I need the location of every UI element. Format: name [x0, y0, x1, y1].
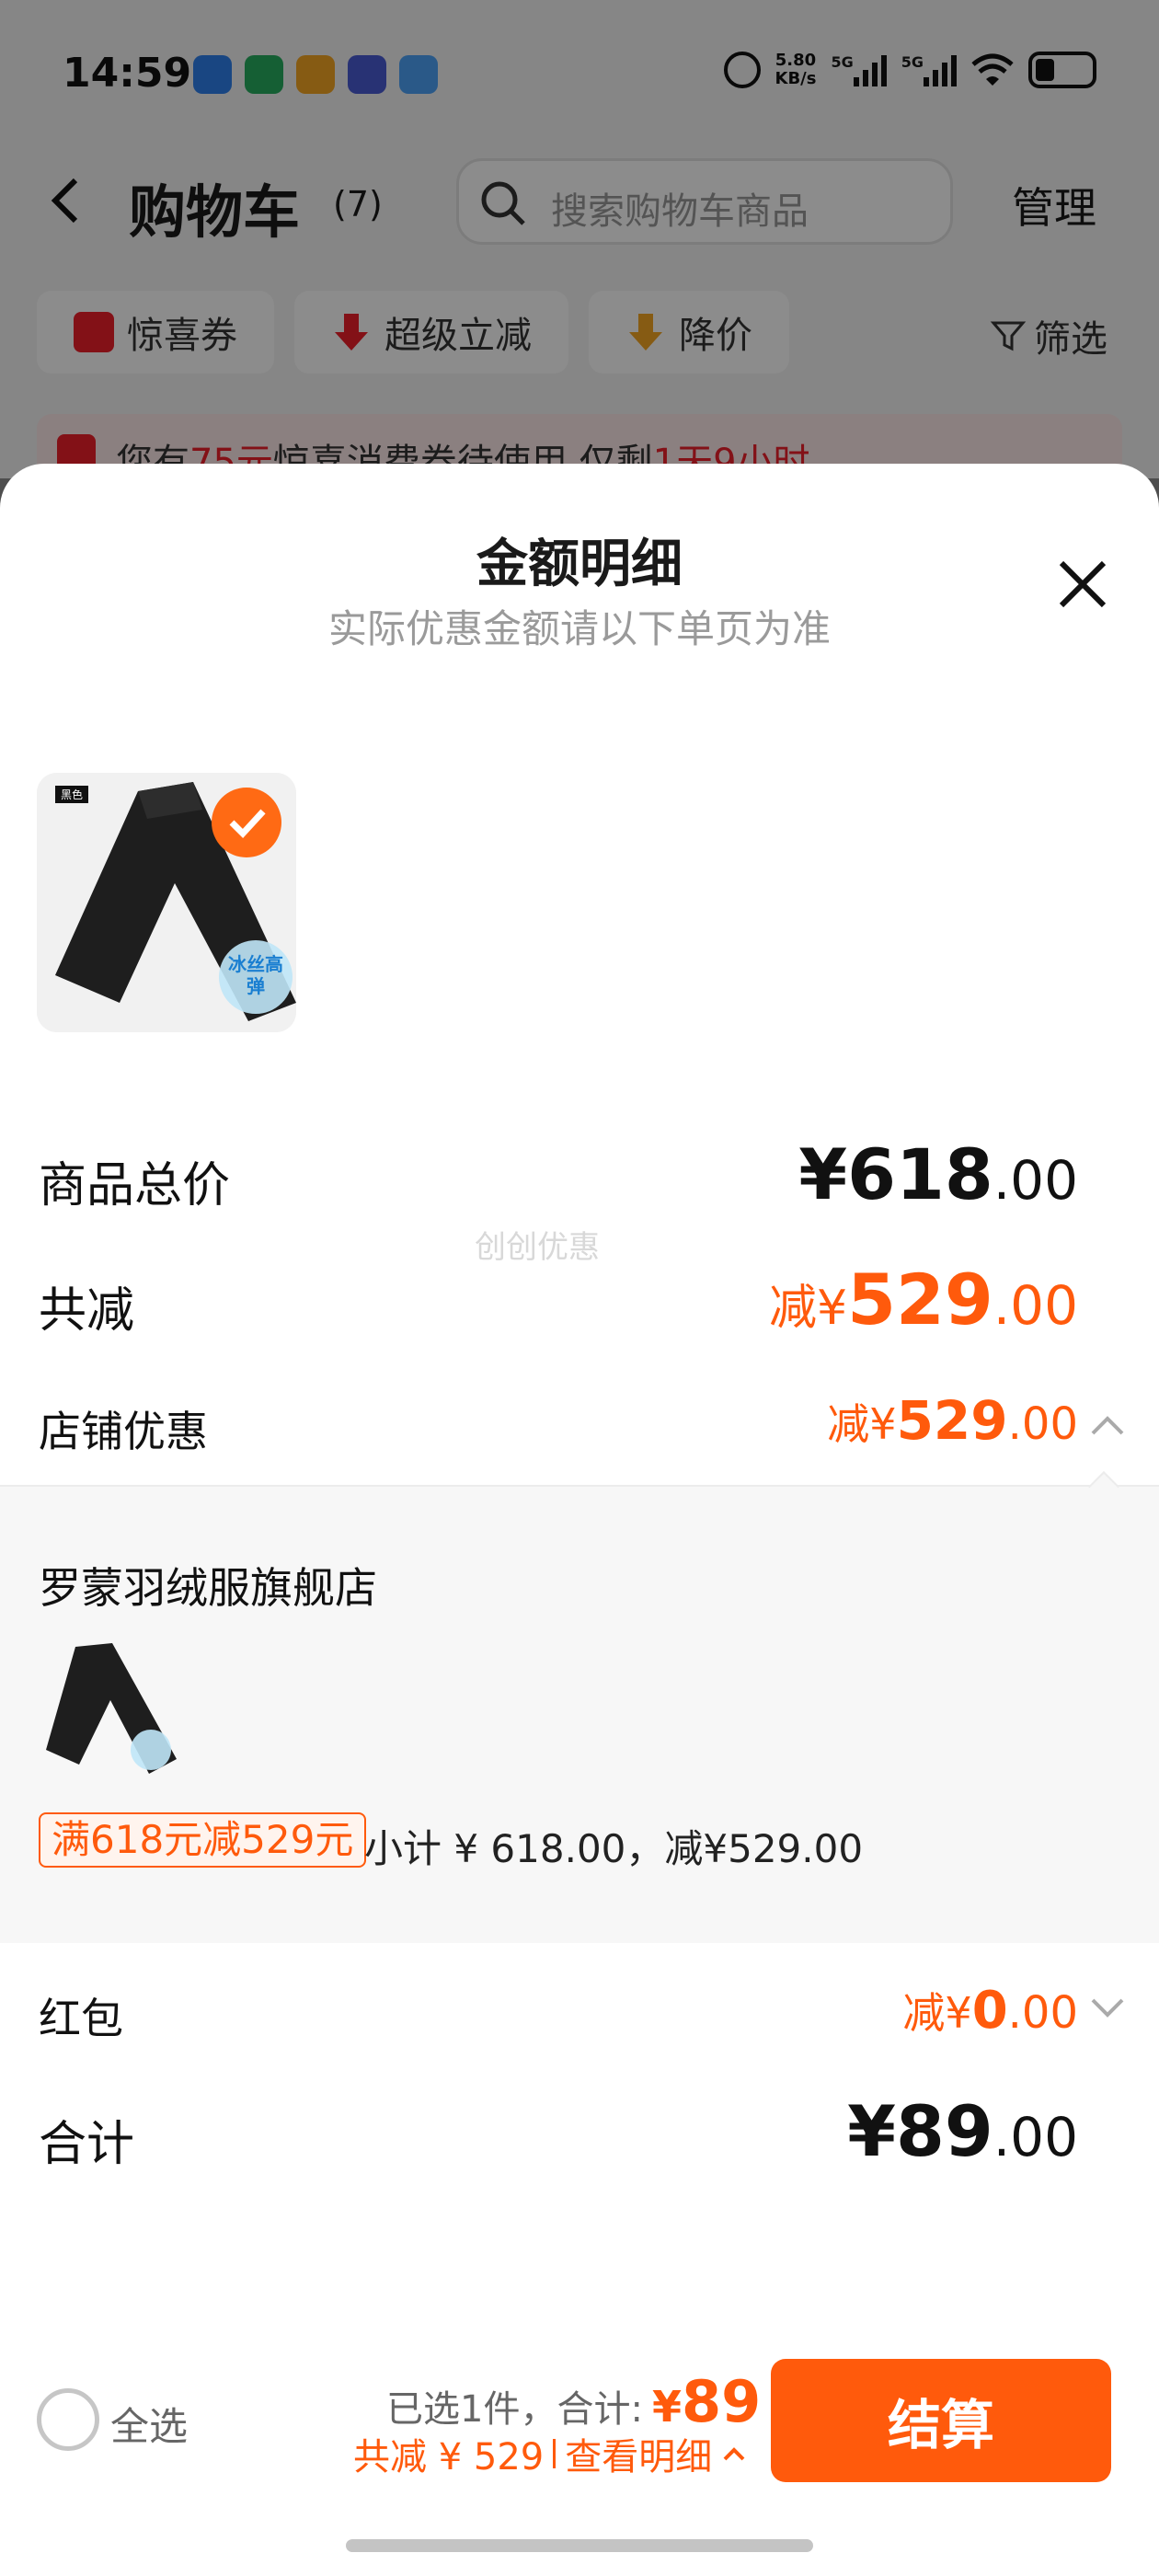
select-all-radio[interactable] [37, 2388, 99, 2451]
store-name: 罗蒙羽绒服旗舰店 [39, 1563, 377, 1613]
discount-total: 共减 ¥ 529 [353, 2436, 545, 2478]
checkout-button[interactable]: 结算 [771, 2359, 1111, 2482]
total-price-label: 商品总价 [39, 1158, 231, 1213]
total-discount-value: 减¥529.00 [769, 1259, 1078, 1340]
total-price-value: ¥618.00 [798, 1133, 1078, 1215]
pants-image [46, 1643, 177, 1774]
watermark: 创创优惠 [475, 1229, 600, 1266]
sheet-title: 金额明细 [476, 535, 683, 594]
chevron-up-icon[interactable] [1089, 1411, 1126, 1437]
chevron-down-icon[interactable] [1089, 1995, 1126, 2020]
red-packet-value[interactable]: 减¥0.00 [902, 1980, 1078, 2041]
selected-summary: 已选1件，合计: ¥89 [386, 2368, 762, 2435]
view-detail-link[interactable]: 查看明细 [565, 2427, 712, 2480]
discount-summary[interactable]: 共减 ¥ 529 查看明细 [353, 2427, 747, 2480]
red-packet-label: 红包 [39, 1994, 123, 2043]
sheet-subtitle: 实际优惠金额请以下单页为准 [327, 606, 831, 651]
selected-check-icon[interactable] [212, 788, 281, 857]
store-discount-value[interactable]: 减¥529.00 [827, 1389, 1078, 1452]
promo-tag: 满618元减529元 [39, 1812, 367, 1868]
total-discount-label: 共减 [39, 1283, 135, 1339]
product-tag: 黑色 [55, 786, 89, 803]
chevron-up-icon[interactable] [721, 2444, 747, 2463]
product-thumbnail-small [39, 1639, 177, 1777]
sum-label: 合计 [39, 2117, 135, 2172]
close-icon[interactable] [1056, 558, 1109, 611]
store-discount-label: 店铺优惠 [39, 1407, 208, 1456]
sum-value: ¥89.00 [847, 2090, 1078, 2172]
store-subtotal: 小计 ¥ 618.00，减¥529.00 [364, 1826, 864, 1871]
home-indicator[interactable] [346, 2539, 813, 2552]
selected-amount: 89 [681, 2368, 762, 2435]
select-all-label[interactable]: 全选 [110, 2396, 188, 2452]
product-badge: 冰丝高弹 [228, 953, 283, 997]
selected-count-text: 已选1件，合计: [386, 2388, 643, 2431]
